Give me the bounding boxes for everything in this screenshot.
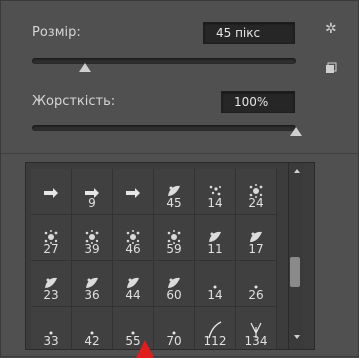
size-slider-track[interactable]	[32, 58, 296, 64]
hardness-field[interactable]: 100%	[221, 91, 295, 113]
brush-size-label: 11	[207, 242, 223, 256]
brush-size-label: 17	[248, 242, 264, 256]
hardness-slider-track[interactable]	[32, 125, 296, 131]
brush-size-label: 44	[125, 288, 141, 302]
brush-preset-item[interactable]: 24	[236, 169, 277, 215]
brush-preset-item[interactable]: 26	[236, 261, 277, 307]
brush-size-label: 46	[125, 242, 141, 256]
section-divider	[1, 153, 358, 154]
red-pointer-marker	[136, 340, 154, 358]
brush-preset-item[interactable]: 14	[195, 169, 236, 215]
brush-preset-item[interactable]: 112	[195, 307, 236, 349]
brush-size-label: 24	[248, 196, 264, 210]
brush-size-label: 23	[43, 288, 59, 302]
brush-preset-item[interactable]: 27	[31, 215, 72, 261]
brush-preset-item[interactable]: 44	[113, 261, 154, 307]
brush-preset-item[interactable]: 46	[113, 215, 154, 261]
brush-size-label: 59	[166, 242, 182, 256]
brush-size-label: 134	[244, 334, 268, 348]
brush-preset-item[interactable]: 33	[31, 307, 72, 349]
brush-size-label: 33	[43, 334, 59, 348]
brush-preset-item[interactable]: 70	[154, 307, 195, 349]
brush-size-label: 9	[88, 196, 96, 210]
hardness-label: Жорсткість:	[32, 94, 116, 109]
brush-preset-item[interactable]: 42	[72, 307, 113, 349]
brush-grid-scrollbar[interactable]	[288, 163, 303, 349]
size-slider-thumb[interactable]	[78, 63, 91, 72]
brush-size-label: 36	[84, 288, 100, 302]
new-preset-icon[interactable]	[325, 59, 337, 73]
brush-arrow-icon	[125, 183, 141, 202]
brush-size-label: 27	[43, 242, 59, 256]
brush-size-label: 70	[166, 334, 182, 348]
brush-preset-item[interactable]	[31, 169, 72, 215]
brush-size-label: 45	[166, 196, 182, 210]
brush-preset-item[interactable]: 60	[154, 261, 195, 307]
brush-size-label: 60	[166, 288, 182, 302]
brush-preset-item[interactable]: 9	[72, 169, 113, 215]
brush-preset-item[interactable]: 36	[72, 261, 113, 307]
brush-preset-grid: 9 45 14 24 27 39 46 59 11 17 23 36 44 60 14 26 33 42 55 70 1…	[25, 162, 315, 350]
brush-preset-item[interactable]: 45	[154, 169, 195, 215]
brush-arrow-icon	[43, 183, 59, 202]
hardness-slider-thumb[interactable]	[290, 127, 302, 136]
brush-preset-item[interactable]: 11	[195, 215, 236, 261]
brush-preset-item[interactable]: 39	[72, 215, 113, 261]
brush-preset-item[interactable]: 17	[236, 215, 277, 261]
size-field[interactable]: 45 пікс	[203, 22, 295, 44]
brush-size-label: 112	[203, 334, 227, 348]
brush-size-label: 26	[248, 288, 264, 302]
brush-preset-panel: Розмір: 45 пікс ✲ Жорсткість: 100% 9 45 14…	[0, 0, 359, 358]
brush-preset-item[interactable]: 134	[236, 307, 277, 349]
brush-size-label: 42	[84, 334, 100, 348]
scroll-down-icon[interactable]	[294, 335, 300, 339]
gear-icon[interactable]: ✲	[325, 21, 337, 37]
brush-size-label: 14	[207, 196, 223, 210]
brush-preset-item[interactable]: 59	[154, 215, 195, 261]
size-label: Розмір:	[32, 25, 81, 40]
scroll-up-icon[interactable]	[294, 169, 300, 173]
brush-preset-item[interactable]: 23	[31, 261, 72, 307]
scrollbar-thumb[interactable]	[290, 257, 300, 287]
brush-preset-item[interactable]	[113, 169, 154, 215]
brush-size-label: 14	[207, 288, 223, 302]
brush-preset-item[interactable]: 14	[195, 261, 236, 307]
brush-size-label: 39	[84, 242, 100, 256]
